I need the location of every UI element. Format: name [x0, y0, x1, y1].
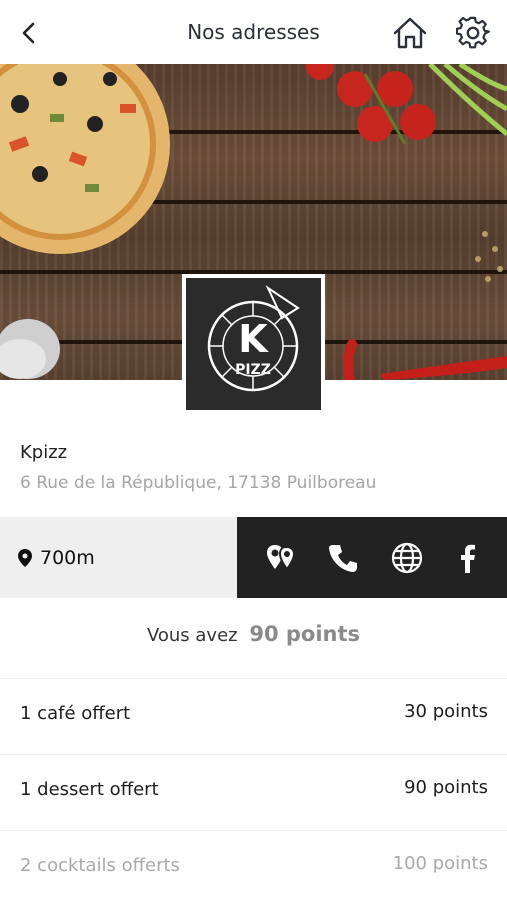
store-logo: K PIZZ: [182, 274, 325, 414]
reward-row[interactable]: 1 café offert 30 points: [0, 678, 507, 754]
reward-label: 1 dessert offert: [20, 779, 159, 800]
website-button[interactable]: [390, 541, 424, 575]
actions-bar: [237, 517, 507, 598]
reward-label: 2 cocktails offerts: [20, 855, 180, 876]
points-value: 90 points: [249, 622, 361, 646]
logo-pizz: PIZZ: [235, 362, 271, 378]
directions-icon: [267, 545, 296, 571]
app-header: Nos adresses: [0, 0, 507, 64]
kpizz-logo-icon: K PIZZ: [207, 285, 300, 392]
directions-button[interactable]: [264, 541, 298, 575]
points-prefix: Vous avez: [146, 625, 238, 646]
map-pin-icon: [18, 549, 32, 567]
logo-background: K PIZZ: [186, 278, 321, 410]
page-title: Nos adresses: [187, 20, 320, 44]
logo-k: K: [238, 317, 269, 361]
spices-illustration: [475, 231, 503, 282]
pizza-illustration: [0, 64, 170, 254]
distance-bar: 700m: [0, 517, 237, 598]
herbs-illustration: [428, 64, 507, 136]
reward-points: 90 points: [404, 777, 488, 798]
tomatoes-illustration: [306, 64, 436, 145]
home-icon: [393, 17, 427, 49]
store-name: Kpizz: [20, 442, 68, 463]
facebook-button[interactable]: [451, 541, 485, 575]
store-info: Kpizz 6 Rue de la République, 17138 Puil…: [20, 442, 376, 493]
phone-button[interactable]: [326, 541, 360, 575]
reward-row[interactable]: 1 dessert offert 90 points: [0, 754, 507, 830]
globe-icon: [391, 542, 423, 574]
reward-label: 1 café offert: [20, 703, 131, 724]
phone-icon: [329, 545, 357, 572]
chili-illustration: [342, 339, 507, 380]
points-summary: Vous avez 90 points: [0, 622, 507, 646]
gear-icon: [455, 16, 490, 49]
settings-button[interactable]: [455, 16, 490, 50]
reward-points: 30 points: [404, 701, 488, 722]
home-button[interactable]: [392, 16, 428, 50]
reward-points: 100 points: [392, 853, 488, 874]
distance-value: 700m: [40, 547, 95, 569]
store-address: 6 Rue de la République, 17138 Puilboreau: [20, 473, 377, 493]
reward-row-unavailable: 2 cocktails offerts 100 points: [0, 830, 507, 900]
facebook-icon: [461, 544, 475, 573]
salt-illustration: [0, 319, 60, 379]
